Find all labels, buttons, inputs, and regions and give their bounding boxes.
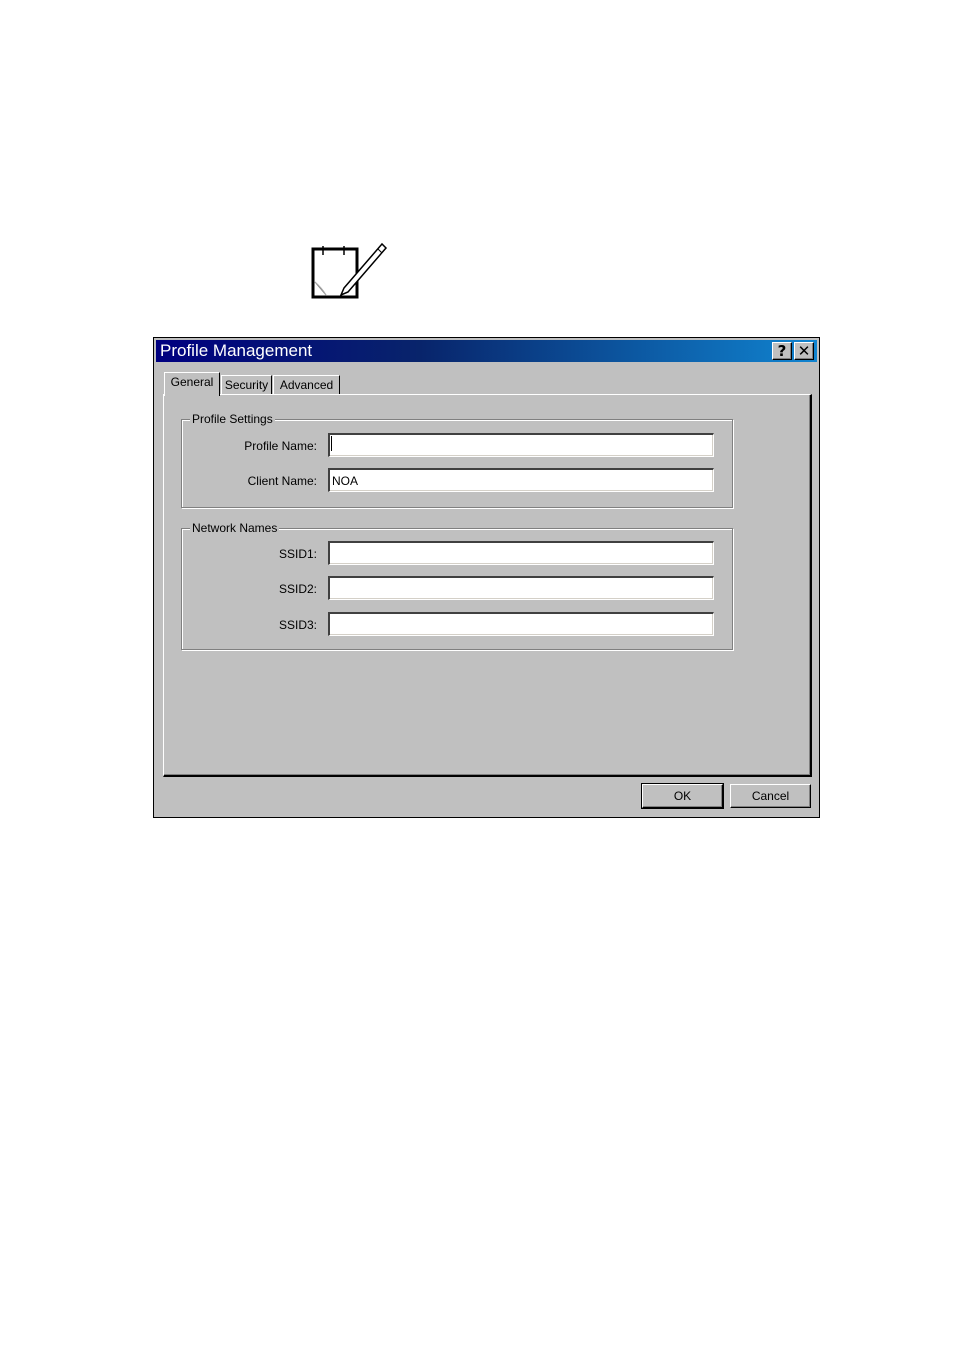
ssid2-label: SSID2: <box>278 582 317 596</box>
ssid2-input[interactable] <box>328 576 714 600</box>
cancel-button[interactable]: Cancel <box>730 784 811 808</box>
close-button[interactable]: ✕ <box>794 342 814 360</box>
general-tab-panel: Profile Settings Profile Name: Client Na… <box>163 394 812 777</box>
ssid3-label: SSID3: <box>278 618 317 632</box>
ssid1-input[interactable] <box>328 541 714 565</box>
text-cursor <box>331 436 332 451</box>
tab-advanced[interactable]: Advanced <box>273 375 340 395</box>
profile-management-dialog: Profile Management ? ✕ General Security … <box>153 337 820 818</box>
client-name-label: Client Name: <box>247 474 317 488</box>
window-title: Profile Management <box>160 341 313 360</box>
help-button[interactable]: ? <box>772 342 792 360</box>
network-names-legend: Network Names <box>190 521 280 535</box>
close-icon: ✕ <box>797 342 811 360</box>
title-bar[interactable]: Profile Management ? ✕ <box>156 340 817 362</box>
profile-name-label: Profile Name: <box>244 439 317 453</box>
client-name-input[interactable] <box>328 468 714 492</box>
profile-settings-legend: Profile Settings <box>190 412 275 426</box>
profile-settings-group: Profile Settings Profile Name: Client Na… <box>181 412 733 508</box>
ssid1-label: SSID1: <box>278 547 317 561</box>
tab-security[interactable]: Security <box>221 375 272 395</box>
ssid3-input[interactable] <box>328 612 714 636</box>
tab-general[interactable]: General <box>164 372 220 396</box>
profile-name-input[interactable] <box>328 433 714 457</box>
notepad-pencil-icon <box>308 240 390 302</box>
ok-button[interactable]: OK <box>641 783 724 809</box>
network-names-group: Network Names SSID1: SSID2: SSID3: <box>181 521 733 650</box>
